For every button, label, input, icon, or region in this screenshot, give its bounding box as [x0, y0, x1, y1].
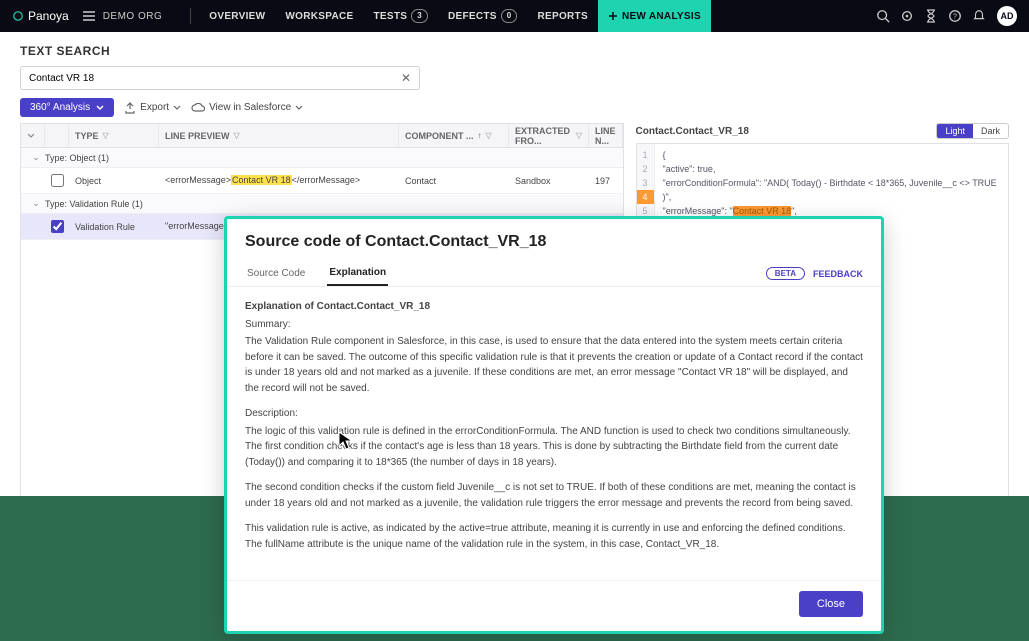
brand-logo[interactable]: Panoya: [12, 9, 69, 23]
modal-tabs: Source Code Explanation BETA FEEDBACK: [227, 257, 881, 287]
360-analysis-button[interactable]: 360° Analysis: [20, 98, 114, 117]
nav-workspace[interactable]: WORKSPACE: [275, 0, 363, 32]
description-p3: This validation rule is active, as indic…: [245, 521, 863, 552]
modal-footer: Close: [227, 580, 881, 631]
theme-light-button[interactable]: Light: [937, 124, 973, 138]
help-icon[interactable]: ?: [943, 4, 967, 28]
brand-text: Panoya: [28, 9, 69, 23]
modal-title: Source code of Contact.Contact_VR_18: [227, 219, 881, 257]
nav-reports[interactable]: REPORTS: [527, 0, 597, 32]
chevron-down-icon: [96, 104, 104, 112]
clear-search-icon[interactable]: ✕: [401, 71, 411, 85]
gear-icon[interactable]: [895, 4, 919, 28]
org-name[interactable]: DEMO ORG: [103, 11, 163, 22]
filter-icon[interactable]: ▽: [103, 131, 109, 140]
group-row[interactable]: ⌄Type: Validation Rule (1): [21, 194, 623, 214]
modal-body[interactable]: Explanation of Contact.Contact_VR_18 Sum…: [227, 287, 881, 580]
search-icon[interactable]: [871, 4, 895, 28]
top-nav: Panoya DEMO ORG OVERVIEW WORKSPACE TESTS…: [0, 0, 1029, 32]
toolbar: 360° Analysis Export View in Salesforce: [0, 98, 1029, 123]
summary-text: The Validation Rule component in Salesfo…: [245, 334, 863, 396]
svg-text:?: ?: [953, 14, 957, 21]
table-header: TYPE▽ LINE PREVIEW▽ COMPONENT ...↑▽ EXTR…: [21, 124, 623, 148]
description-label: Description:: [245, 406, 863, 422]
tab-source-code[interactable]: Source Code: [245, 262, 307, 285]
col-component[interactable]: COMPONENT ...↑▽: [399, 124, 509, 147]
beta-badge: BETA: [766, 267, 805, 280]
col-line-number[interactable]: LINE N...: [589, 124, 623, 147]
view-in-salesforce-button[interactable]: View in Salesforce: [191, 102, 303, 113]
select-all-checkbox[interactable]: [45, 124, 69, 147]
search-bar: ✕: [20, 66, 420, 90]
group-row[interactable]: ⌄Type: Object (1): [21, 148, 623, 168]
col-extracted[interactable]: EXTRACTED FRO...▽: [509, 124, 589, 147]
cell-type: Validation Rule: [69, 222, 159, 232]
export-button[interactable]: Export: [124, 102, 181, 114]
description-p2: The second condition checks if the custo…: [245, 480, 863, 511]
brand-icon: [12, 10, 24, 22]
tab-explanation[interactable]: Explanation: [327, 261, 388, 286]
chevron-down-icon: [173, 104, 181, 112]
filter-icon[interactable]: ▽: [486, 131, 492, 140]
row-checkbox[interactable]: [51, 174, 64, 187]
table-row[interactable]: Object <errorMessage>Contact VR 18</erro…: [21, 168, 623, 194]
theme-toggle: Light Dark: [936, 123, 1009, 139]
nav-defects[interactable]: DEFECTS0: [438, 0, 528, 32]
filter-icon[interactable]: ▽: [234, 131, 240, 140]
bell-icon[interactable]: [967, 4, 991, 28]
cell-component: Contact: [399, 176, 509, 186]
nav-new-analysis[interactable]: NEW ANALYSIS: [598, 0, 711, 32]
export-icon: [124, 102, 136, 114]
summary-label: Summary:: [245, 317, 863, 333]
avatar[interactable]: AD: [997, 6, 1017, 26]
expand-all-toggle[interactable]: [21, 124, 45, 147]
sort-icon[interactable]: ↑: [478, 131, 482, 140]
hourglass-icon[interactable]: [919, 4, 943, 28]
nav-tests[interactable]: TESTS3: [363, 0, 437, 32]
source-code-modal: Source code of Contact.Contact_VR_18 Sou…: [224, 216, 884, 634]
cell-extracted: Sandbox: [509, 176, 589, 186]
chevron-down-icon: [295, 104, 303, 112]
plus-icon: [608, 11, 618, 21]
theme-dark-button[interactable]: Dark: [973, 124, 1008, 138]
cell-linenum: 197: [589, 176, 623, 186]
filter-icon[interactable]: ▽: [576, 131, 582, 140]
close-button[interactable]: Close: [799, 591, 863, 617]
chevron-down-icon: ⌄: [27, 152, 45, 163]
search-input[interactable]: [29, 73, 401, 84]
description-p1: The logic of this validation rule is def…: [245, 424, 863, 471]
hamburger-icon[interactable]: [83, 11, 95, 21]
nav-overview[interactable]: OVERVIEW: [199, 0, 275, 32]
explanation-heading: Explanation of Contact.Contact_VR_18: [245, 299, 863, 315]
cloud-icon: [191, 103, 205, 113]
chevron-down-icon: [27, 132, 35, 140]
col-type[interactable]: TYPE▽: [69, 124, 159, 147]
code-title: Contact.Contact_VR_18: [636, 126, 749, 137]
col-preview[interactable]: LINE PREVIEW▽: [159, 124, 399, 147]
row-checkbox[interactable]: [51, 220, 64, 233]
cell-type: Object: [69, 176, 159, 186]
nav-separator: [190, 8, 191, 24]
page-title: TEXT SEARCH: [0, 32, 1029, 66]
chevron-down-icon: ⌄: [27, 198, 45, 209]
feedback-link[interactable]: FEEDBACK: [813, 269, 863, 279]
cell-preview: <errorMessage>Contact VR 18</errorMessag…: [159, 175, 399, 186]
